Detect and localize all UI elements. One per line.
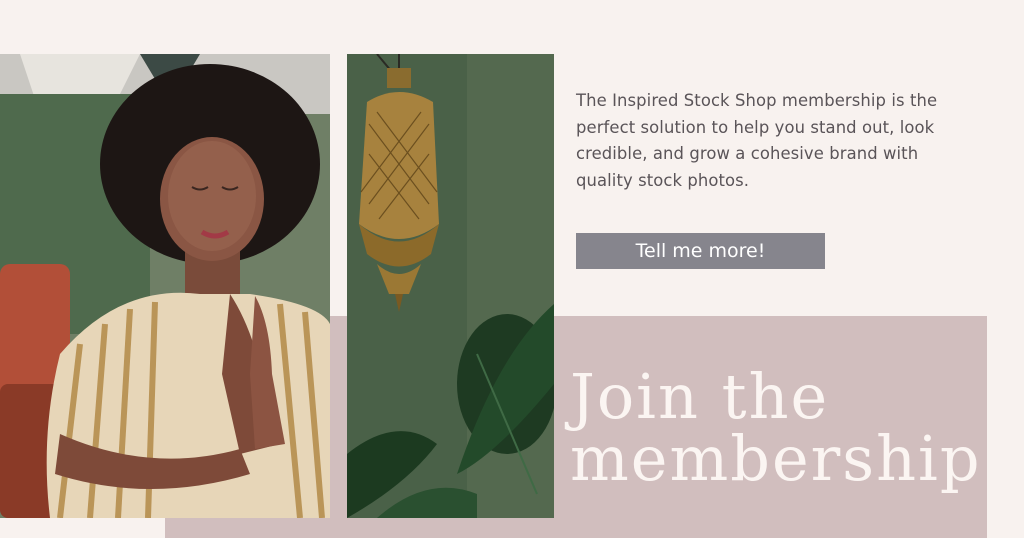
headline-line-1: Join the [570,360,830,433]
brass-lantern-photo [347,54,554,518]
join-membership-headline: Join the membership [570,366,982,490]
woman-praying-photo [0,54,330,518]
headline-line-2: membership [570,422,982,495]
tell-me-more-button[interactable]: Tell me more! [576,233,825,269]
membership-description: The Inspired Stock Shop membership is th… [576,91,938,190]
